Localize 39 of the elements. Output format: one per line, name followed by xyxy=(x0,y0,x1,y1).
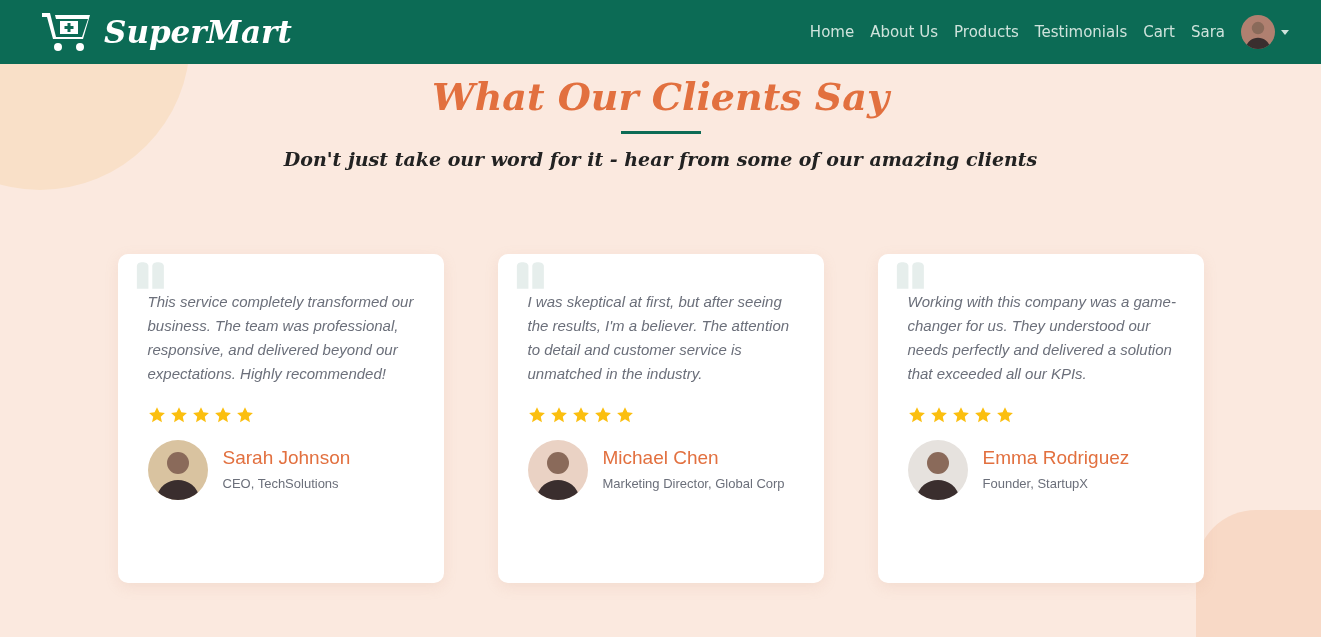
nav-link[interactable]: Products xyxy=(954,23,1019,41)
section-subtitle: Don't just take our word for it - hear from some of our amazing clients xyxy=(283,148,1038,170)
star-icon xyxy=(593,406,612,424)
client-name: Michael Chen xyxy=(602,446,720,469)
star-icon xyxy=(973,406,992,424)
nav-link[interactable]: Cart xyxy=(1143,23,1175,41)
star-icon xyxy=(995,406,1014,424)
caret-icon[interactable] xyxy=(1281,29,1289,35)
star-icon xyxy=(549,406,568,424)
star-icon xyxy=(907,406,926,424)
user-avatar xyxy=(1241,15,1275,49)
quote-icon xyxy=(135,262,166,289)
client-role: Marketing Director, Global Corp xyxy=(602,474,785,493)
client-name: Sarah Johnson xyxy=(222,446,351,469)
star-icon xyxy=(147,406,166,424)
star-icon xyxy=(929,406,948,424)
quote-icon xyxy=(895,262,926,289)
star-icon xyxy=(527,406,546,424)
brand-logo[interactable]: SuperMart xyxy=(104,14,292,50)
client-role: CEO, TechSolutions xyxy=(222,474,340,493)
client-role: Founder, StartupX xyxy=(982,474,1089,493)
star-icon xyxy=(615,406,634,424)
section-title: What Our Clients Say xyxy=(432,74,889,119)
star-icon xyxy=(235,406,254,424)
user-name[interactable]: Sara xyxy=(1190,23,1225,41)
star-icon xyxy=(951,406,970,424)
client-name: Emma Rodriguez xyxy=(982,446,1130,469)
cart-icon[interactable] xyxy=(42,11,90,53)
star-icon xyxy=(169,406,188,424)
testimonial-quote: This service completely transformed our business. The team was professional, responsive, and delivered beyond our expectations. Highly recommended! xyxy=(147,292,415,384)
star-icon xyxy=(213,406,232,424)
star-icon xyxy=(191,406,210,424)
star-icon xyxy=(571,406,590,424)
testimonial-quote: I was skeptical at first, but after seeing the results, I'm a believer. The attention to detail and customer service is unmatched in the industry. xyxy=(527,292,791,384)
quote-icon xyxy=(515,262,546,289)
nav-link[interactable]: Home xyxy=(809,23,855,41)
nav-link[interactable]: About Us xyxy=(870,23,939,41)
testimonial-quote: Working with this company was a game-changer for us. They understood our needs perfectly and delivered a solution that exceeded all our KPIs. xyxy=(907,292,1177,384)
nav-link[interactable]: Testimonials xyxy=(1034,23,1128,41)
